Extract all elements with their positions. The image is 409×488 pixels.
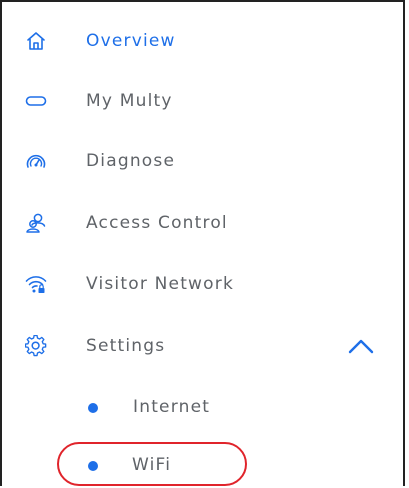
- menu-item-my-multy[interactable]: My Multy: [2, 73, 403, 129]
- menu-item-access-control[interactable]: Access Control: [2, 195, 403, 251]
- chevron-up-icon[interactable]: [348, 338, 374, 354]
- menu-item-diagnose[interactable]: Diagnose: [2, 133, 403, 189]
- menu-item-label: My Multy: [86, 91, 173, 111]
- menu-item-visitor-network[interactable]: Visitor Network: [2, 256, 403, 312]
- home-icon: [25, 30, 47, 52]
- bullet-icon: [88, 461, 98, 471]
- gear-icon: [25, 335, 47, 357]
- menu-item-label: Overview: [86, 31, 176, 51]
- multy-device-icon: [25, 90, 47, 112]
- submenu-item-label: Internet: [133, 397, 211, 417]
- menu-item-label: Diagnose: [86, 151, 176, 171]
- menu-item-label: Access Control: [86, 213, 228, 233]
- menu-item-label: Visitor Network: [86, 274, 234, 294]
- submenu-item-wifi[interactable]: WiFi: [2, 444, 403, 484]
- submenu-item-internet[interactable]: Internet: [2, 388, 403, 428]
- speedometer-icon: [25, 150, 47, 172]
- wifi-lock-icon: [25, 273, 47, 295]
- users-icon: [25, 212, 47, 234]
- navigation-menu: Overview My Multy Diagnose Access Contro…: [0, 0, 405, 486]
- menu-item-settings[interactable]: Settings: [2, 318, 403, 374]
- menu-item-overview[interactable]: Overview: [2, 13, 403, 69]
- bullet-icon: [88, 403, 98, 413]
- submenu-item-label: WiFi: [132, 455, 172, 475]
- menu-item-label: Settings: [86, 336, 166, 356]
